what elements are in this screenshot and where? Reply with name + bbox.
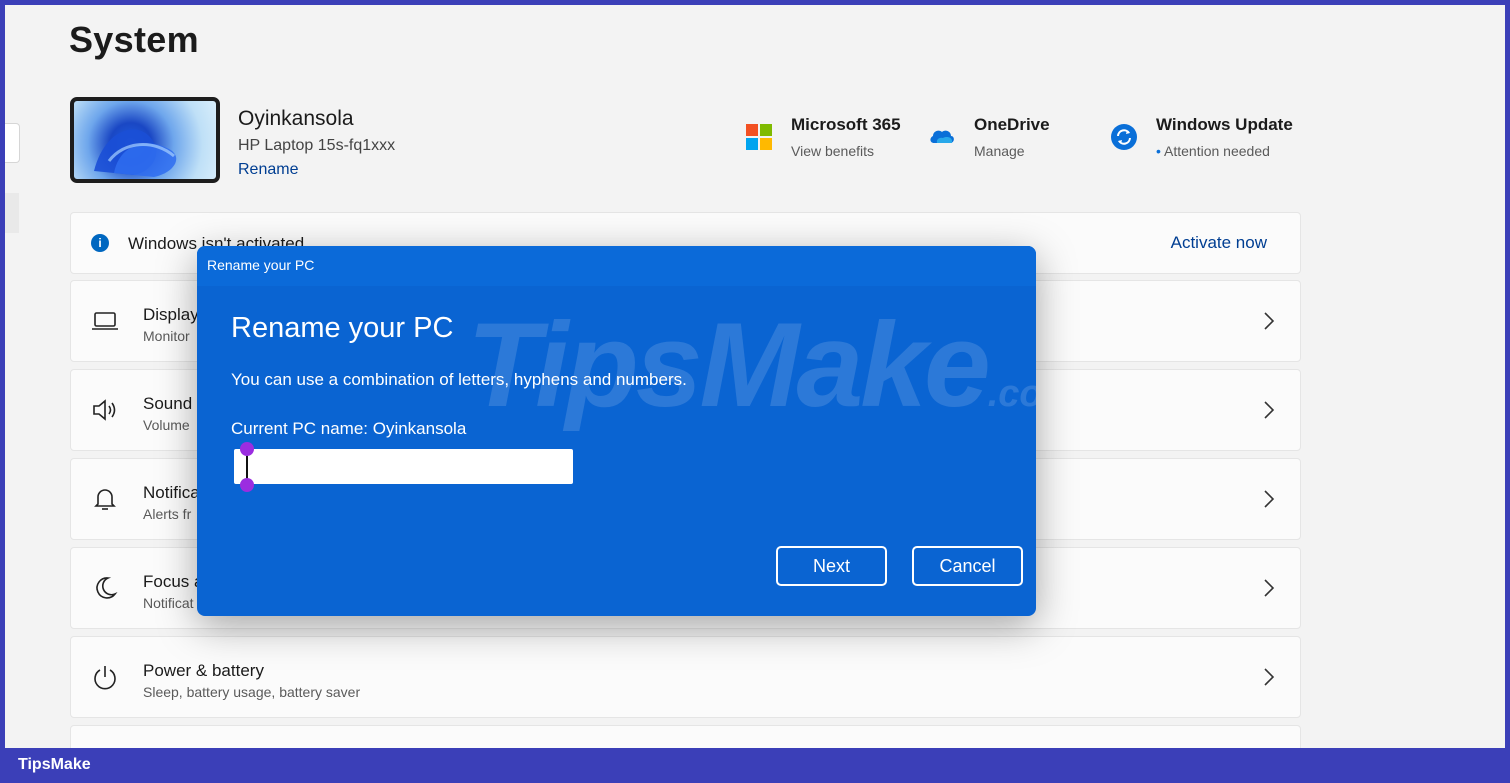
quick-link-title: Microsoft 365 [791, 115, 901, 134]
cancel-button[interactable]: Cancel [912, 546, 1023, 586]
row-subtitle: Notificat [143, 595, 194, 611]
device-name: Oyinkansola [238, 107, 354, 130]
footer-brand: TipsMake [18, 756, 91, 773]
row-title: Sound [143, 394, 193, 413]
onedrive-cloud-icon [928, 123, 956, 151]
info-icon: i [91, 234, 109, 252]
device-wallpaper-thumbnail [70, 97, 220, 183]
windows-update-icon [1110, 123, 1138, 151]
chevron-right-icon [1264, 401, 1275, 419]
quick-link-title: OneDrive [974, 115, 1050, 134]
nav-selected-item-edge[interactable] [5, 193, 19, 233]
settings-page: System Oyinkansola HP Laptop 15s-fq1xxx … [5, 5, 1505, 748]
row-subtitle: Alerts fr [143, 506, 192, 522]
footer-bar: TipsMake [0, 748, 1510, 783]
device-model: HP Laptop 15s-fq1xxx [238, 137, 396, 154]
bell-icon [91, 485, 119, 513]
chevron-right-icon [1264, 490, 1275, 508]
chevron-right-icon [1264, 312, 1275, 330]
dialog-heading: Rename your PC [231, 312, 454, 344]
row-title: Focus a [143, 572, 204, 591]
chevron-right-icon [1264, 579, 1275, 597]
nav-search-box-edge[interactable] [5, 123, 20, 163]
row-subtitle: Monitor [143, 328, 190, 344]
watermark-main: TipsMake [467, 298, 991, 432]
chevron-right-icon [1264, 668, 1275, 686]
tipsmake-watermark: TipsMake.com [467, 296, 1036, 434]
status-dot-icon: • [1156, 143, 1161, 159]
new-pc-name-input[interactable] [234, 449, 573, 484]
page-title: System [69, 19, 199, 60]
next-button[interactable]: Next [776, 546, 887, 586]
settings-row-power-battery[interactable]: Power & battery Sleep, battery usage, ba… [70, 636, 1301, 718]
row-subtitle: Sleep, battery usage, battery saver [143, 684, 361, 700]
quick-link-title: Windows Update [1156, 115, 1293, 134]
quick-link-subtitle-text: Attention needed [1164, 143, 1270, 159]
settings-row-next[interactable] [70, 725, 1301, 748]
quick-link-subtitle: • Attention needed [1156, 143, 1270, 159]
watermark-suffix: .com [987, 373, 1036, 415]
current-pc-name: Current PC name: Oyinkansola [231, 419, 467, 438]
row-title: Display [143, 305, 199, 324]
laptop-icon [91, 307, 119, 335]
rename-pc-dialog: Rename your PC TipsMake.com Rename your … [197, 246, 1036, 616]
activate-now-link[interactable]: Activate now [1171, 233, 1267, 253]
dialog-title-bar [197, 246, 1036, 286]
rename-link[interactable]: Rename [238, 161, 298, 179]
row-title: Power & battery [143, 661, 264, 680]
dialog-description: You can use a combination of letters, hy… [231, 370, 687, 389]
quick-link-subtitle: View benefits [791, 143, 875, 159]
quick-link-subtitle: Manage [974, 143, 1025, 159]
row-title: Notifica [143, 483, 200, 502]
power-icon [91, 663, 119, 691]
selection-handle-bottom[interactable] [240, 478, 254, 492]
selection-handle-top[interactable] [240, 442, 254, 456]
row-subtitle: Volume [143, 417, 190, 433]
moon-icon [91, 574, 119, 602]
dialog-caption: Rename your PC [207, 257, 315, 273]
microsoft-logo-icon [745, 123, 773, 151]
speaker-icon [91, 396, 119, 424]
